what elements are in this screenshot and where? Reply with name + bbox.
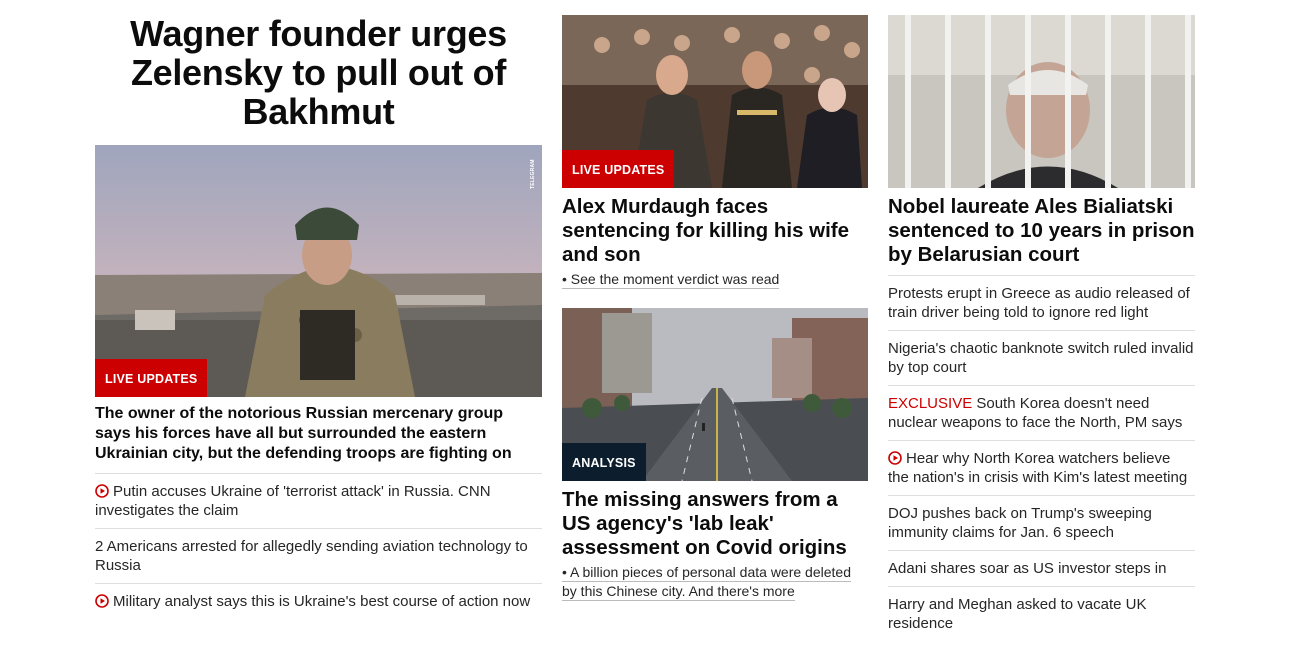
play-icon [888, 451, 902, 465]
play-icon [95, 594, 109, 608]
wagner-lede[interactable]: The owner of the notorious Russian merce… [95, 397, 542, 473]
list-item-text: Putin accuses Ukraine of 'terrorist atta… [95, 483, 491, 519]
list-item-text: Hear why North Korea watchers believe th… [888, 450, 1188, 486]
image-credit: TELEGRAM [530, 159, 536, 189]
bialiatski-image [888, 15, 1195, 188]
main-headline[interactable]: Wagner founder urges Zelensky to pull ou… [95, 14, 542, 131]
list-item-text: DOJ pushes back on Trump's sweeping immu… [888, 505, 1152, 541]
list-item-text: Protests erupt in Greece as audio releas… [888, 285, 1190, 321]
list-item[interactable]: Harry and Meghan asked to vacate UK resi… [888, 586, 1195, 641]
chinese-city-link[interactable]: • A billion pieces of personal data were… [562, 564, 851, 601]
verdict-link[interactable]: • See the moment verdict was read [562, 271, 780, 289]
wagner-video-thumbnail[interactable]: TELEGRAM LIVE UPDATES [95, 145, 542, 397]
list-item[interactable]: Military analyst says this is Ukraine's … [95, 583, 542, 619]
covid-headline[interactable]: The missing answers from a US agency's '… [562, 481, 868, 560]
right-related-list: Protests erupt in Greece as audio releas… [888, 275, 1195, 641]
live-updates-badge[interactable]: LIVE UPDATES [562, 150, 675, 188]
list-item-text: 2 Americans arrested for allegedly sendi… [95, 538, 528, 574]
left-column: Wagner founder urges Zelensky to pull ou… [95, 0, 542, 619]
list-item[interactable]: 2 Americans arrested for allegedly sendi… [95, 528, 542, 583]
play-icon [95, 484, 109, 498]
exclusive-label: EXCLUSIVE [888, 395, 973, 412]
bialiatski-thumbnail[interactable] [888, 15, 1195, 188]
list-item[interactable]: EXCLUSIVE South Korea doesn't need nucle… [888, 385, 1195, 440]
list-item-text: Adani shares soar as US investor steps i… [888, 560, 1167, 577]
list-item[interactable]: Putin accuses Ukraine of 'terrorist atta… [95, 473, 542, 528]
right-column: Nobel laureate Ales Bialiatski sentenced… [888, 0, 1195, 641]
murdaugh-thumbnail[interactable]: LIVE UPDATES [562, 15, 868, 188]
covid-thumbnail[interactable]: ANALYSIS [562, 308, 868, 481]
list-item-text: Harry and Meghan asked to vacate UK resi… [888, 596, 1147, 632]
list-item[interactable]: Nigeria's chaotic banknote switch ruled … [888, 330, 1195, 385]
list-item-text: Nigeria's chaotic banknote switch ruled … [888, 340, 1194, 376]
list-item-text: Military analyst says this is Ukraine's … [113, 593, 531, 610]
middle-column: LIVE UPDATES Alex Murdaugh faces sentenc… [562, 0, 868, 601]
bialiatski-headline[interactable]: Nobel laureate Ales Bialiatski sentenced… [888, 188, 1195, 275]
analysis-badge[interactable]: ANALYSIS [562, 443, 646, 481]
list-item[interactable]: Hear why North Korea watchers believe th… [888, 440, 1195, 495]
live-updates-badge[interactable]: LIVE UPDATES [95, 359, 208, 397]
murdaugh-headline[interactable]: Alex Murdaugh faces sentencing for killi… [562, 188, 868, 267]
list-item[interactable]: DOJ pushes back on Trump's sweeping immu… [888, 495, 1195, 550]
left-related-list: Putin accuses Ukraine of 'terrorist atta… [95, 473, 542, 619]
list-item[interactable]: Protests erupt in Greece as audio releas… [888, 275, 1195, 330]
list-item[interactable]: Adani shares soar as US investor steps i… [888, 550, 1195, 586]
